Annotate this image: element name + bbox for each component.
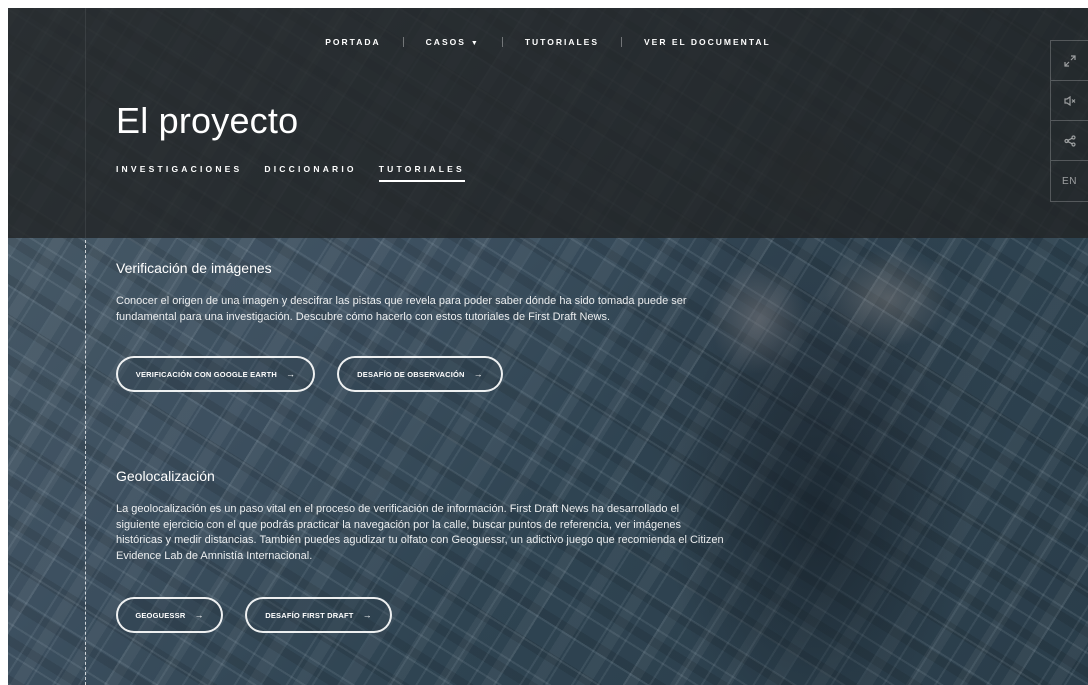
sub-navigation: INVESTIGACIONES DICCIONARIO TUTORIALES bbox=[116, 164, 487, 182]
expand-icon bbox=[1063, 54, 1076, 67]
language-toggle[interactable]: EN bbox=[1051, 161, 1088, 201]
button-row: VERIFICACIÓN CON GOOGLE EARTH → DESAFÍO … bbox=[116, 356, 525, 392]
section-body: La geolocalización es un paso vital en e… bbox=[116, 503, 724, 562]
top-navigation: PORTADA CASOS ▼ TUTORIALES VER EL DOCUMEN… bbox=[8, 37, 1088, 47]
arrow-right-icon: → bbox=[473, 369, 483, 379]
subnav-diccionario[interactable]: DICCIONARIO bbox=[264, 164, 356, 182]
speaker-icon bbox=[1063, 95, 1075, 106]
section-verificacion: Verificación de imágenes Conocer el orig… bbox=[116, 260, 716, 325]
section-geolocalizacion: Geolocalización La geolocalización es un… bbox=[116, 468, 726, 564]
button-row: GEOGUESSR → DESAFÍO FIRST DRAFT → bbox=[116, 597, 414, 633]
share-button[interactable] bbox=[1051, 121, 1088, 161]
page-frame: PORTADA CASOS ▼ TUTORIALES VER EL DOCUMEN… bbox=[8, 8, 1088, 685]
geoguessr-button[interactable]: GEOGUESSR → bbox=[116, 597, 223, 633]
section-title: Verificación de imágenes bbox=[116, 260, 272, 276]
nav-ver-documental[interactable]: VER EL DOCUMENTAL bbox=[644, 37, 771, 47]
first-draft-challenge-button[interactable]: DESAFÍO FIRST DRAFT → bbox=[245, 597, 392, 633]
nav-separator bbox=[501, 37, 503, 47]
section-title: Geolocalización bbox=[116, 468, 215, 484]
nav-tutoriales[interactable]: TUTORIALES bbox=[525, 37, 599, 47]
nav-separator bbox=[402, 37, 404, 47]
arrow-right-icon: → bbox=[362, 610, 372, 620]
subnav-investigaciones[interactable]: INVESTIGACIONES bbox=[116, 164, 242, 182]
nav-separator bbox=[621, 37, 622, 47]
button-label: VERIFICACIÓN CON GOOGLE EARTH bbox=[135, 369, 278, 379]
nav-casos-label: CASOS bbox=[425, 37, 466, 47]
google-earth-button[interactable]: VERIFICACIÓN CON GOOGLE EARTH → bbox=[116, 356, 315, 392]
expand-button[interactable] bbox=[1051, 41, 1088, 81]
arrow-right-icon: → bbox=[194, 610, 204, 620]
button-label: DESAFÍO DE OBSERVACIÓN bbox=[357, 369, 465, 379]
subnav-tutoriales[interactable]: TUTORIALES bbox=[378, 164, 465, 182]
button-label: DESAFÍO FIRST DRAFT bbox=[265, 610, 354, 620]
button-label: GEOGUESSR bbox=[135, 610, 186, 620]
left-dashed-rule bbox=[85, 240, 86, 685]
nav-casos[interactable]: CASOS ▼ bbox=[426, 37, 480, 47]
page-title: El proyecto bbox=[116, 100, 299, 141]
side-toolbar: EN bbox=[1050, 40, 1088, 202]
nav-portada[interactable]: PORTADA bbox=[325, 37, 380, 47]
section-body: Conocer el origen de una imagen y descif… bbox=[116, 295, 687, 323]
arrow-right-icon: → bbox=[286, 369, 296, 379]
observation-challenge-button[interactable]: DESAFÍO DE OBSERVACIÓN → bbox=[337, 356, 503, 392]
share-icon bbox=[1063, 134, 1076, 147]
sound-button[interactable] bbox=[1051, 81, 1088, 121]
chevron-down-icon: ▼ bbox=[470, 40, 480, 47]
